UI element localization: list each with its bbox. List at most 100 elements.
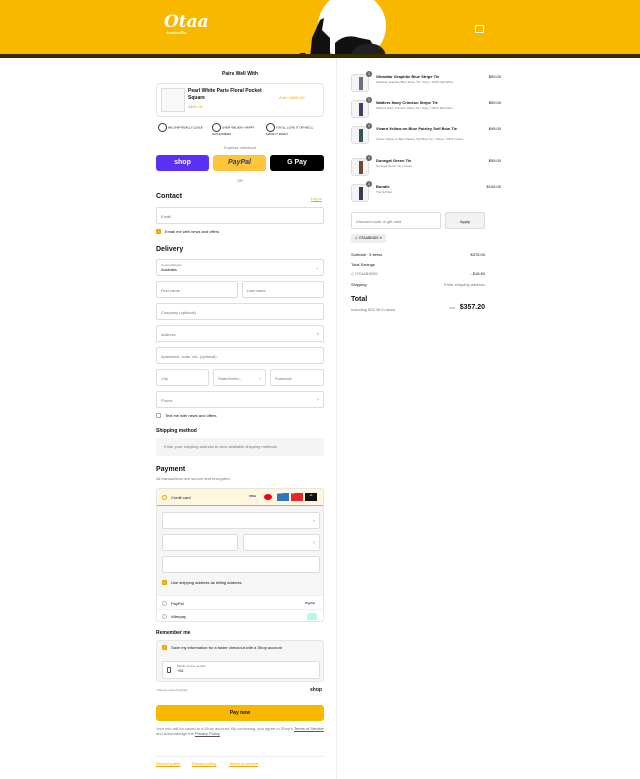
paypal-button[interactable]: PayPal (213, 155, 266, 171)
paypal-option[interactable]: PayPal PayPal (157, 595, 323, 609)
currency-code: AUD (448, 306, 456, 310)
afterpay-option[interactable]: Afterpay (157, 609, 323, 622)
company-field[interactable]: Company (optional) (156, 303, 324, 320)
footer-divider (156, 756, 324, 757)
quantity-badge: 1 (366, 97, 372, 103)
last-name-field[interactable]: Last name (242, 281, 324, 298)
product-thumbnail (351, 126, 369, 144)
tag-icon: ◇ (355, 236, 358, 240)
login-link[interactable]: Log in (311, 196, 322, 201)
text-news-checkbox[interactable] (156, 413, 161, 418)
billing-address-checkbox[interactable]: ✓ (162, 580, 167, 585)
city-field[interactable]: City (156, 369, 209, 386)
trust-badge-guarantee: YOU'LL LOVE IT OR WE'LL MAKE IT RIGHT (266, 123, 322, 137)
contact-title: Contact (156, 193, 183, 200)
help-icon[interactable]: ? (317, 397, 319, 402)
payment-subtitle: All transactions are secure and encrypte… (156, 476, 231, 481)
item-variant: Vivara Yellow on Blue Paisley Self Bow T… (376, 137, 464, 141)
subtotal-label: Subtotal · 5 items (351, 252, 383, 257)
radio-unselected[interactable] (162, 601, 167, 606)
discount-tag: ◇ OTAABIND5 ✕ (351, 234, 387, 243)
privacy-policy-footer-link[interactable]: Privacy policy (192, 761, 216, 766)
apply-button[interactable]: Apply (445, 212, 485, 229)
total-value: $357.20 (459, 304, 485, 311)
item-name: Watters Navy Crimson Stripe Tie (376, 100, 438, 105)
text-news-label: Text me with news and offers (165, 413, 217, 418)
pay-now-button[interactable]: Pay now (156, 705, 324, 721)
line-item: 1 Gibraltar Graphite Blue Stripe Tie Gib… (351, 71, 501, 100)
mastercard-icon: MC (264, 494, 272, 500)
state-select[interactable]: State/territo... ⌄ (213, 369, 266, 386)
phone-icon (167, 667, 171, 673)
expiry-field[interactable] (162, 534, 238, 551)
phone-field[interactable]: Phone? (156, 391, 324, 408)
or-divider: OR (237, 178, 243, 183)
tie-icon (359, 161, 363, 174)
card-network-icon: PAY (291, 493, 303, 501)
shop-pay-button[interactable]: shop (156, 155, 209, 171)
chevron-down-icon: ⌄ (315, 265, 319, 270)
tie-icon (359, 129, 363, 142)
refund-policy-link[interactable]: Refund policy (156, 761, 180, 766)
more-cards-badge: +1 (305, 493, 317, 501)
upsell-card: Pearl White Paris Floral Pocket Square A… (156, 83, 324, 117)
save-info-checkbox[interactable]: ✓ (162, 645, 167, 650)
email-field[interactable]: Email (156, 207, 324, 224)
first-name-field[interactable]: First name (156, 281, 238, 298)
cart-icon[interactable] (475, 25, 484, 33)
upsell-product-name: Pearl White Paris Floral Pocket Square (188, 88, 262, 101)
item-price: $59.00 (488, 74, 501, 79)
remember-me-box: ✓ Save my information for a faster check… (156, 640, 324, 682)
express-checkout-label: Express checkout (224, 145, 256, 150)
quantity-badge: 1 (366, 155, 372, 161)
apartment-field[interactable]: Apartment, suite, etc. (optional) (156, 347, 324, 364)
upsell-add-link[interactable]: Add • A$30.00 (279, 95, 304, 100)
lock-icon: ⌂ (312, 518, 315, 523)
quantity-badge: 1 (366, 123, 372, 129)
address-field[interactable]: Address ⌕ (156, 325, 324, 342)
item-price: $59.00 (488, 100, 501, 105)
store-logo[interactable]: Otaa Australia (164, 12, 209, 35)
item-name: Gibraltar Graphite Blue Stripe Tie (376, 74, 440, 79)
card-number-field[interactable]: ⌂ (162, 512, 320, 529)
tag-icon: ◇ (351, 271, 355, 276)
name-on-card-field[interactable] (162, 556, 320, 573)
email-news-label: Email me with news and offers (165, 229, 220, 234)
savings-code: ◇ OTAABIND5 (351, 271, 378, 276)
google-pay-button[interactable]: G Pay (270, 155, 324, 171)
product-thumbnail (351, 184, 369, 202)
visa-icon: VISA (249, 494, 257, 498)
savings-value: - $18.80 (470, 271, 485, 276)
total-amount-row: AUD $357.20 (431, 296, 485, 314)
radio-unselected[interactable] (162, 614, 167, 619)
tie-icon (359, 187, 363, 200)
paypal-logo: PayPal (305, 601, 315, 605)
credit-card-option[interactable]: Credit card VISA MC AMEX PAY +1 (157, 489, 323, 506)
item-variant: The Gift Set (376, 190, 393, 194)
item-name: Bundle (376, 184, 390, 189)
discount-code-field[interactable]: Discount code or gift card (351, 212, 441, 229)
item-price: $59.00 (488, 158, 501, 163)
help-icon[interactable]: ? (313, 540, 315, 545)
card-details: ⌂ ? ✓ Use shipping address as billing ad… (157, 506, 323, 595)
country-select[interactable]: Country/Region Australia ⌄ (156, 259, 324, 276)
close-icon[interactable]: ✕ (379, 236, 382, 240)
upsell-price: A$30.00 (188, 104, 203, 109)
total-savings-label: Total Savings (351, 262, 375, 267)
radio-selected[interactable] (162, 495, 167, 500)
remember-me-title: Remember me (156, 630, 191, 636)
line-item: 1 Vivara Yellow on Blue Paisley Self Bow… (351, 123, 501, 158)
terms-of-service-link[interactable]: Terms of Service (294, 726, 324, 731)
item-variant: Gibraltar Graphite Blue Stripe Tie / Gre… (376, 80, 454, 84)
line-item: 1 Watters Navy Crimson Stripe Tie Watter… (351, 97, 501, 126)
postcode-field[interactable]: Postcode (270, 369, 324, 386)
terms-of-service-footer-link[interactable]: Terms of service (229, 761, 258, 766)
item-variant: Donegal Green Tie / Green (376, 164, 413, 168)
security-code-field[interactable]: ? (243, 534, 320, 551)
shipping-method-note: Enter your shipping address to view avai… (156, 438, 324, 456)
mobile-phone-field[interactable]: Mobile phone number +61 (162, 661, 320, 679)
email-news-checkbox[interactable]: ✓ (156, 229, 161, 234)
product-thumbnail (351, 74, 369, 92)
privacy-policy-link[interactable]: Privacy Policy (195, 731, 220, 736)
item-name: Donegal Green Tie (376, 158, 412, 163)
